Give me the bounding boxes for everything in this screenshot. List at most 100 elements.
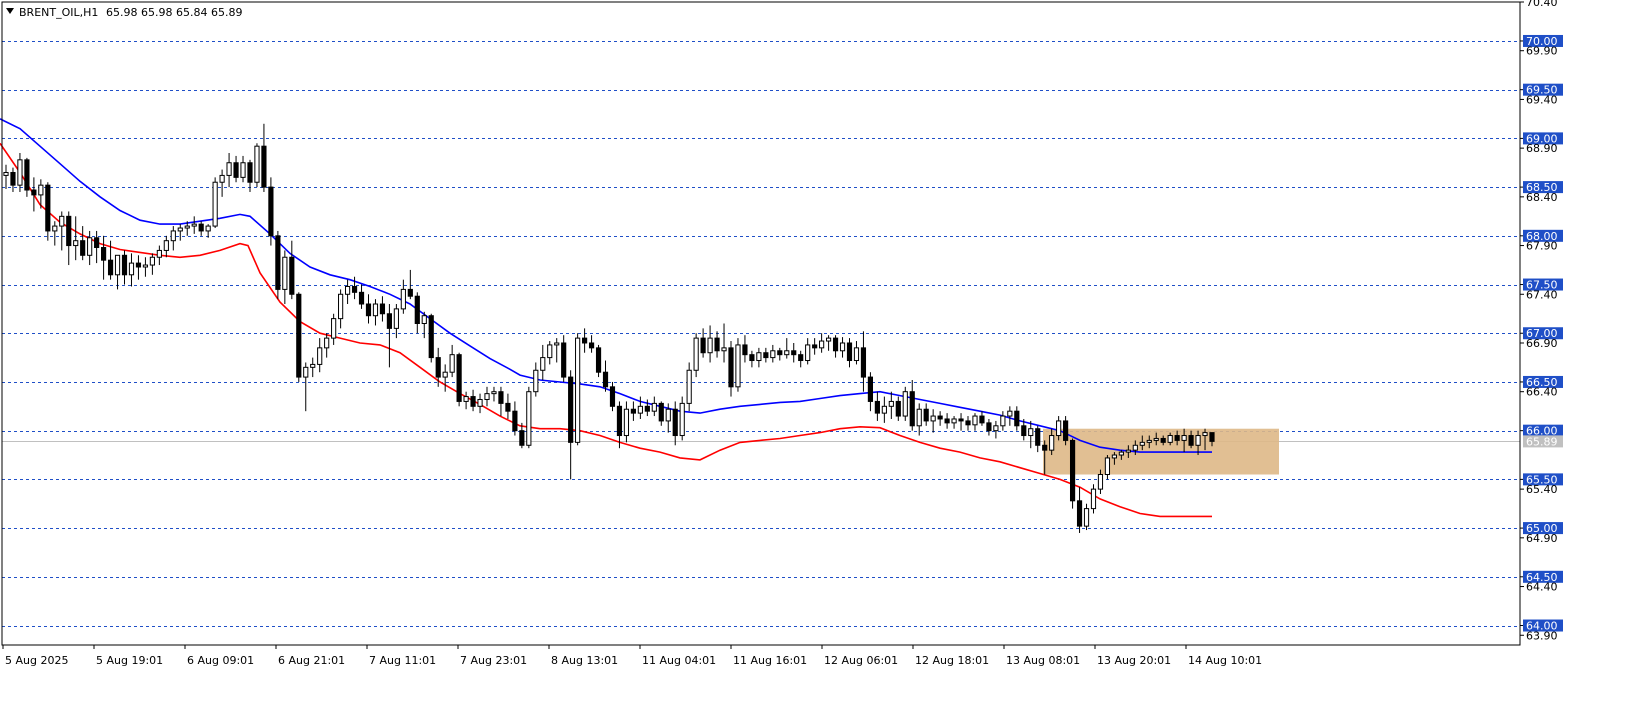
candle <box>66 211 72 266</box>
candle-body <box>742 344 748 356</box>
candle-body <box>338 293 344 320</box>
candle-body <box>533 369 539 393</box>
candle-body <box>993 425 999 432</box>
candle <box>561 335 567 382</box>
candle-body <box>3 171 9 176</box>
candle-body <box>651 402 657 412</box>
candle <box>937 411 943 426</box>
candle <box>958 413 964 431</box>
candle <box>651 396 657 417</box>
candle <box>121 250 128 285</box>
candle-body <box>749 354 755 362</box>
candle <box>965 416 971 431</box>
y-tick-label: 70.40 <box>1526 0 1558 9</box>
candle-body <box>881 405 887 414</box>
candle-body <box>686 369 692 404</box>
candle-body <box>505 402 511 412</box>
candle <box>73 216 79 261</box>
candle <box>254 143 260 188</box>
x-tick-label: 14 Aug 10:01 <box>1188 654 1262 667</box>
candle <box>588 335 595 353</box>
candle-body <box>31 189 37 196</box>
candle-body <box>128 262 135 276</box>
candle-body <box>519 430 525 446</box>
candle <box>909 380 915 431</box>
candle-body <box>268 186 274 237</box>
candle-body <box>351 285 358 293</box>
y-tick-label: 69.90 <box>1526 45 1558 58</box>
candle-body <box>595 347 602 373</box>
candle-body <box>428 315 434 359</box>
candle-body <box>156 249 162 258</box>
y-tick-label: 67.40 <box>1526 288 1558 301</box>
candle-body <box>937 415 943 420</box>
x-tick-label: 12 Aug 06:01 <box>824 654 898 667</box>
candle <box>219 169 225 197</box>
candle <box>791 342 797 363</box>
candle <box>693 333 699 378</box>
candle-body <box>930 415 936 422</box>
candle-body <box>1118 451 1124 456</box>
candle <box>331 313 337 345</box>
candle-body <box>317 347 323 365</box>
ohlc-readout: 65.98 65.98 65.84 65.89 <box>106 6 242 19</box>
candle <box>128 253 135 287</box>
candle <box>770 344 776 363</box>
x-tick-label: 8 Aug 13:01 <box>551 654 618 667</box>
candle-body <box>944 418 950 424</box>
candle-body <box>874 400 880 414</box>
candle <box>449 344 455 378</box>
candle-body <box>965 420 971 426</box>
candle <box>17 153 23 192</box>
candle <box>233 155 239 183</box>
candle <box>714 331 720 358</box>
dropdown-triangle-icon[interactable] <box>6 8 14 14</box>
candle-body <box>435 357 441 378</box>
candle <box>282 250 288 305</box>
candle-body <box>588 342 595 349</box>
candle-body <box>142 264 149 268</box>
candle <box>275 230 281 300</box>
candle <box>951 416 957 429</box>
candle <box>456 352 462 407</box>
candle-body <box>735 344 741 388</box>
candle-body <box>1146 439 1152 443</box>
candle-body <box>777 350 783 356</box>
y-tick-label: 68.90 <box>1526 142 1558 155</box>
candle <box>135 255 142 280</box>
candle <box>637 396 643 419</box>
x-tick-label: 12 Aug 18:01 <box>915 654 989 667</box>
candle <box>993 420 999 439</box>
candle-body <box>400 288 406 310</box>
candle-body <box>261 145 267 188</box>
candle-body <box>17 159 23 186</box>
time-axis: 5 Aug 2025 5 Aug 19:01 6 Aug 09:01 6 Aug 21… <box>2 645 1262 667</box>
candle-body <box>1090 488 1097 510</box>
candle-body <box>951 418 957 424</box>
candle <box>289 240 295 300</box>
candle <box>400 279 406 314</box>
x-tick-label: 6 Aug 21:01 <box>278 654 345 667</box>
candle <box>554 338 560 363</box>
candle-body <box>289 256 295 295</box>
candle <box>484 386 490 407</box>
horizontal-level-lines <box>2 41 1520 627</box>
candle <box>742 335 748 363</box>
candle-body <box>1202 432 1208 437</box>
candle <box>832 335 839 358</box>
candle <box>498 386 504 417</box>
x-tick-label: 11 Aug 04:01 <box>642 654 716 667</box>
x-tick-label: 7 Aug 23:01 <box>460 654 527 667</box>
candle <box>303 362 309 412</box>
candle-body <box>860 347 867 378</box>
candle-body <box>909 391 915 427</box>
candle-body <box>575 337 581 443</box>
candle <box>240 155 246 183</box>
candle <box>930 409 936 433</box>
candle <box>540 344 546 381</box>
candle-body <box>24 159 30 191</box>
candle <box>414 292 420 334</box>
candle <box>24 157 30 197</box>
y-tick-label: 69.40 <box>1526 93 1558 106</box>
price-axis: 70.4070.0069.9069.5069.4069.0068.9068.50… <box>1520 0 1563 642</box>
